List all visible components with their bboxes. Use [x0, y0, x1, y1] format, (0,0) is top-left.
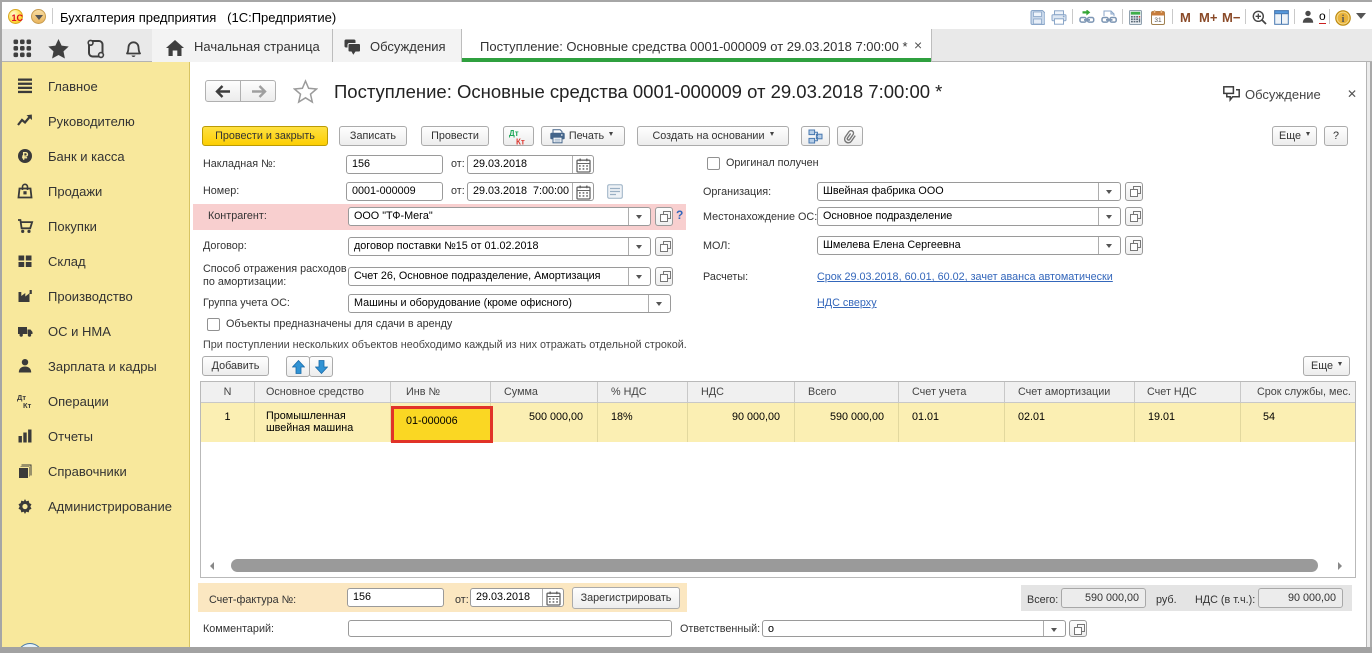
- svg-text:i: i: [1342, 14, 1345, 25]
- svg-text:Кт: Кт: [23, 401, 32, 409]
- svg-text:31: 31: [1154, 17, 1162, 24]
- svg-text:₽: ₽: [22, 152, 29, 163]
- svg-text:Кт: Кт: [516, 138, 525, 146]
